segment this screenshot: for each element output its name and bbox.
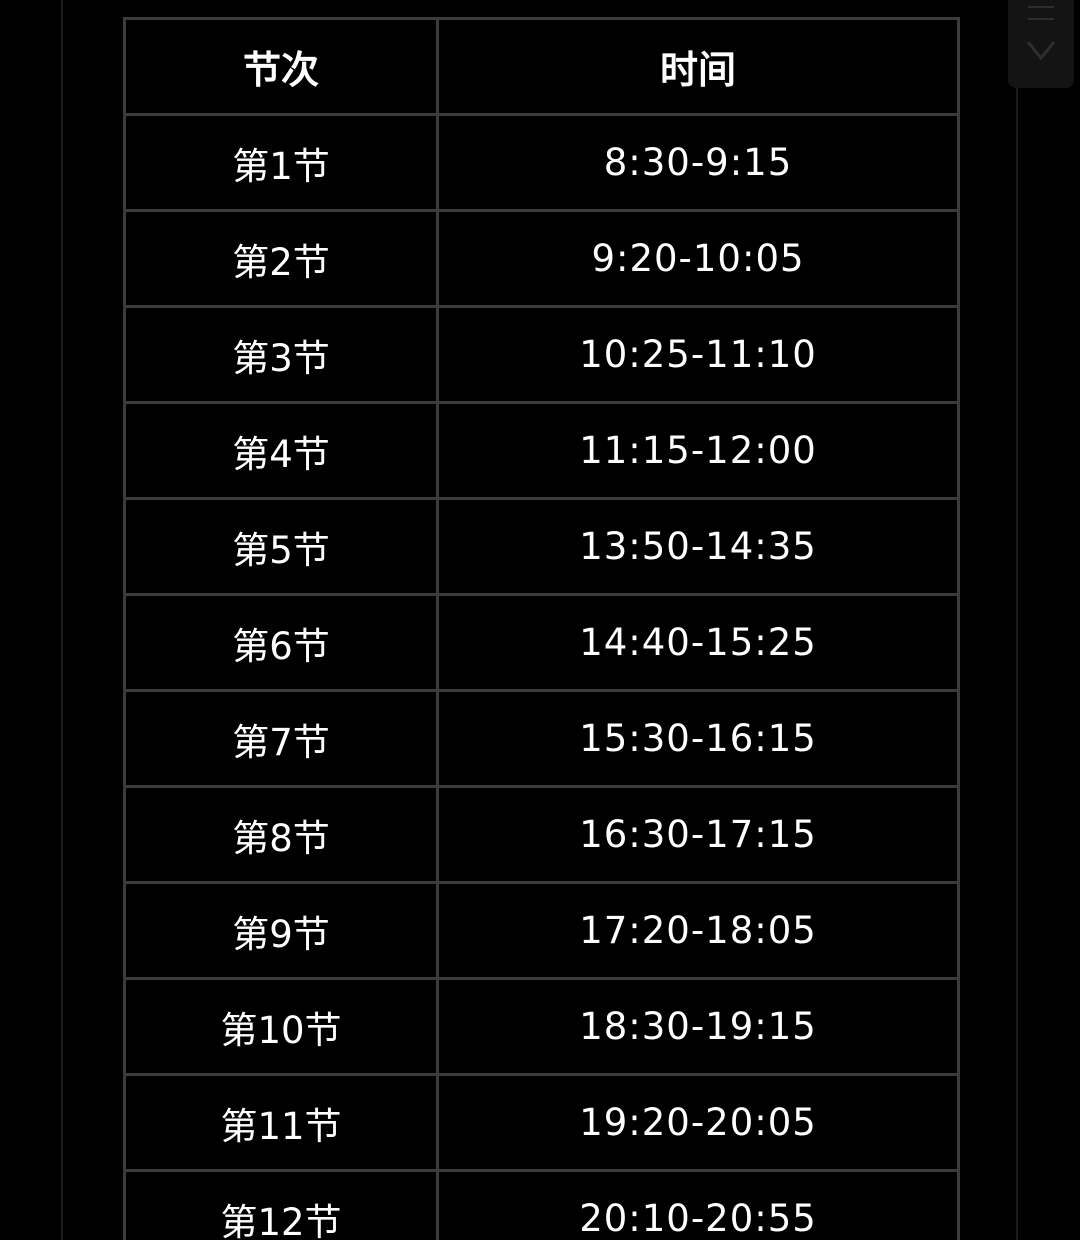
time-cell: 8:30-9:15: [436, 113, 960, 212]
period-cell: 第9节: [123, 881, 439, 980]
menu-bars-icon-line: [1028, 18, 1054, 20]
period-cell: 第2节: [123, 209, 439, 308]
time-cell: 10:25-11:10: [436, 305, 960, 404]
menu-bars-icon: [1028, 6, 1054, 8]
period-cell: 第11节: [123, 1073, 439, 1172]
class-schedule-table: 节次 时间 第1节 8:30-9:15 第2节 9:20-10:05 第3节 1…: [123, 17, 960, 1240]
chevron-down-icon[interactable]: [1024, 36, 1058, 66]
time-cell: 19:20-20:05: [436, 1073, 960, 1172]
table-row: 第10节 18:30-19:15: [123, 977, 960, 1076]
period-cell: 第12节: [123, 1169, 439, 1240]
table-row: 第2节 9:20-10:05: [123, 209, 960, 308]
time-cell: 17:20-18:05: [436, 881, 960, 980]
time-cell: 16:30-17:15: [436, 785, 960, 884]
time-cell: 15:30-16:15: [436, 689, 960, 788]
table-row: 第3节 10:25-11:10: [123, 305, 960, 404]
time-cell: 9:20-10:05: [436, 209, 960, 308]
time-cell: 11:15-12:00: [436, 401, 960, 500]
period-cell: 第6节: [123, 593, 439, 692]
time-cell: 13:50-14:35: [436, 497, 960, 596]
table-row: 第12节 20:10-20:55: [123, 1169, 960, 1240]
table-header-row: 节次 时间: [123, 17, 960, 116]
header-period: 节次: [123, 17, 439, 116]
period-cell: 第7节: [123, 689, 439, 788]
time-cell: 18:30-19:15: [436, 977, 960, 1076]
period-cell: 第4节: [123, 401, 439, 500]
table-row: 第9节 17:20-18:05: [123, 881, 960, 980]
period-cell: 第5节: [123, 497, 439, 596]
table-row: 第6节 14:40-15:25: [123, 593, 960, 692]
time-cell: 14:40-15:25: [436, 593, 960, 692]
left-frame-border: [61, 0, 63, 1240]
scroll-widget[interactable]: [1008, 0, 1074, 88]
table-row: 第1节 8:30-9:15: [123, 113, 960, 212]
table-row: 第5节 13:50-14:35: [123, 497, 960, 596]
period-cell: 第1节: [123, 113, 439, 212]
table-row: 第4节 11:15-12:00: [123, 401, 960, 500]
table-row: 第11节 19:20-20:05: [123, 1073, 960, 1172]
time-cell: 20:10-20:55: [436, 1169, 960, 1240]
period-cell: 第10节: [123, 977, 439, 1076]
period-cell: 第3节: [123, 305, 439, 404]
header-time: 时间: [436, 17, 960, 116]
table-row: 第7节 15:30-16:15: [123, 689, 960, 788]
table-row: 第8节 16:30-17:15: [123, 785, 960, 884]
right-frame-border: [1016, 0, 1018, 1240]
period-cell: 第8节: [123, 785, 439, 884]
